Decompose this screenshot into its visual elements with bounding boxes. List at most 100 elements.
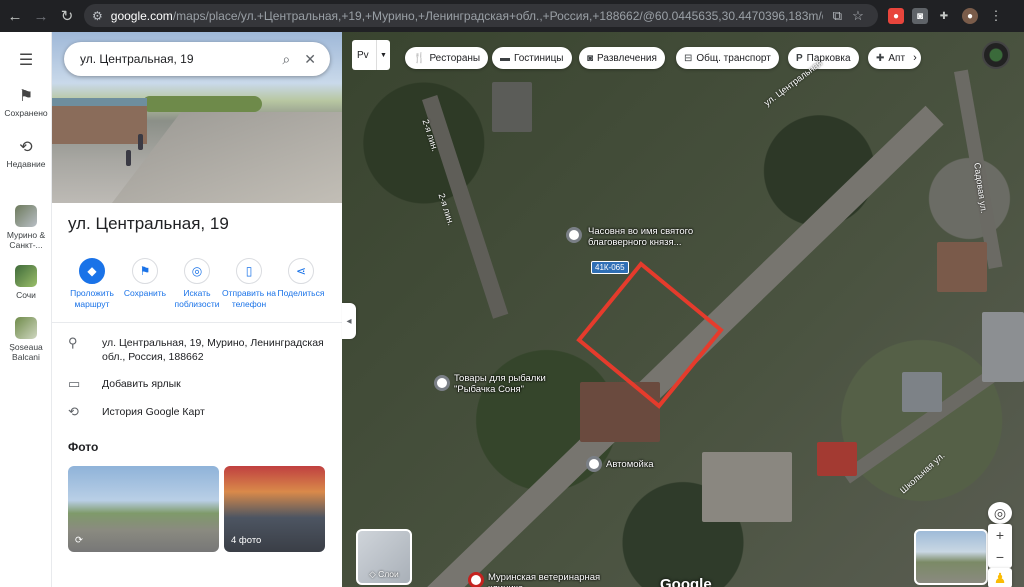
street-view-360-icon: ⟳ <box>75 535 83 546</box>
directions-icon: ◆ <box>79 258 105 284</box>
search-icon[interactable]: ⌕ <box>282 51 290 68</box>
history-icon: ⟲ <box>68 404 79 419</box>
recent-place-label: Сочи <box>16 290 36 300</box>
extension-camera-icon[interactable]: ◙ <box>912 8 928 24</box>
chip-transit[interactable]: ⊟ Общ. транспорт <box>676 47 779 69</box>
chapel-poi-icon[interactable] <box>566 227 582 243</box>
history-icon: ⟲ <box>19 139 33 156</box>
street-view-thumbnail[interactable] <box>914 529 988 585</box>
my-location-button[interactable]: ◎ <box>988 502 1012 524</box>
chip-pharmacy[interactable]: ✚ Апт › <box>868 47 921 69</box>
poi-vet-clinic[interactable]: Муринская ветеринарная клиника <box>488 572 608 587</box>
place-panel: ул. Центральная, 19 ⌕ ✕ ул. Центральная,… <box>52 32 342 587</box>
restaurant-icon: 🍴 <box>413 52 426 64</box>
menu-button[interactable]: ☰ <box>0 50 52 72</box>
chip-label: Гостиницы <box>514 52 564 64</box>
save-button[interactable]: ⚑ Сохранить <box>117 258 173 299</box>
building <box>492 82 532 132</box>
recent-place-murino[interactable]: Мурино & Санкт-... <box>0 205 52 250</box>
pharmacy-icon: ✚ <box>876 52 885 64</box>
photo-card-gallery[interactable]: 4 фото <box>224 466 325 552</box>
photo-card-streetview[interactable]: ⟳ <box>68 466 219 552</box>
layers-button[interactable]: ◇ Слои <box>356 529 412 585</box>
zoom-out-button[interactable]: − <box>988 546 1012 568</box>
poi-fishing-shop[interactable]: Товары для рыбалки "Рыбачка Соня" <box>454 373 564 395</box>
place-title: ул. Центральная, 19 <box>68 214 229 233</box>
recent-place-balcani[interactable]: Șoseaua Balcani <box>0 317 52 362</box>
share-icon: ⋖ <box>288 258 314 284</box>
zoom-controls: + − <box>988 524 1012 568</box>
bookmark-star-icon[interactable]: ☆ <box>852 8 864 24</box>
pegman-icon: ♟ <box>993 570 1007 586</box>
send-to-phone-label: Отправить на телефон <box>222 288 276 309</box>
rail-recent-button[interactable]: ⟲ Недавние <box>0 137 52 169</box>
browser-menu-icon[interactable]: ⋮ <box>988 8 1004 24</box>
chevron-right-icon: › <box>913 52 917 64</box>
photo-person <box>138 134 143 150</box>
history-text: История Google Карт <box>102 406 205 418</box>
chip-label: Развлечения <box>597 52 657 64</box>
search-input[interactable]: ул. Центральная, 19 <box>80 52 282 66</box>
address-bar[interactable]: ⚙ google.com/maps/place/ул.+Центральная,… <box>84 4 878 27</box>
shop-poi-icon[interactable] <box>434 375 450 391</box>
maps-side-rail: ☰ ⚑ Сохранено ⟲ Недавние Мурино & Санкт-… <box>0 32 52 587</box>
recent-place-label: Șoseaua Balcani <box>9 342 43 362</box>
parcel-boundary <box>576 261 724 409</box>
recent-place-thumbnail <box>15 317 37 339</box>
url-text: google.com/maps/place/ул.+Центральная,+1… <box>110 8 823 23</box>
chevron-down-icon: ▼ <box>376 40 390 70</box>
directions-button[interactable]: ◆ Проложить маршрут <box>64 258 120 310</box>
photo-trees <box>142 96 262 112</box>
recent-place-label: Мурино & Санкт-... <box>6 230 46 250</box>
chip-entertainment[interactable]: ◙ Развлечения <box>579 47 665 69</box>
collapse-panel-button[interactable]: ◂ <box>342 303 356 339</box>
phone-icon: ▯ <box>236 258 262 284</box>
map-language-label: Рv <box>357 49 369 61</box>
building <box>982 312 1024 382</box>
parcel-svg <box>576 261 724 409</box>
chip-label: Рестораны <box>429 52 481 64</box>
rail-recent-label: Недавние <box>6 159 46 169</box>
site-info-icon[interactable]: ⚙ <box>92 9 103 23</box>
zoom-in-button[interactable]: + <box>988 524 1012 546</box>
install-app-icon[interactable]: ⧉ <box>833 8 842 24</box>
reload-icon[interactable]: ↻ <box>56 5 78 27</box>
share-label: Поделиться <box>277 288 325 298</box>
search-box[interactable]: ул. Центральная, 19 ⌕ ✕ <box>64 42 330 76</box>
photo-count-caption: 4 фото <box>231 535 262 546</box>
directions-label: Проложить маршрут <box>70 288 114 309</box>
map-language-select[interactable]: Рv ▼ <box>352 40 390 70</box>
share-button[interactable]: ⋖ Поделиться <box>273 258 329 299</box>
add-label-text: Добавить ярлык <box>102 378 181 390</box>
building <box>937 242 987 292</box>
poi-carwash[interactable]: Автомойка <box>606 459 653 470</box>
extension-red-icon[interactable]: ● <box>888 8 904 24</box>
chip-label: Апт <box>888 52 906 64</box>
extensions-puzzle-icon[interactable]: ✚ <box>936 8 952 24</box>
bookmark-icon: ⚑ <box>18 88 34 105</box>
photo-shop <box>52 98 147 144</box>
bookmark-icon: ⚑ <box>132 258 158 284</box>
carwash-poi-icon[interactable] <box>586 456 602 472</box>
poi-chapel[interactable]: Часовня во имя святого благоверного княз… <box>588 226 718 248</box>
chip-hotels[interactable]: ▬ Гостиницы <box>492 47 572 69</box>
location-pin-icon: ⚲ <box>68 335 78 350</box>
camera-icon: ◙ <box>587 52 594 64</box>
vet-clinic-poi-icon[interactable] <box>468 572 484 587</box>
pegman-button[interactable]: ♟ <box>988 568 1012 587</box>
building <box>817 442 857 476</box>
satellite-map[interactable]: Рv ▼ 🍴 Рестораны ▬ Гостиницы ◙ Развлечения … <box>342 32 1024 587</box>
map-profile-avatar[interactable] <box>982 41 1010 69</box>
recent-place-sochi[interactable]: Сочи <box>0 265 52 300</box>
profile-avatar-icon[interactable]: ● <box>962 8 978 24</box>
send-to-phone-button[interactable]: ▯ Отправить на телефон <box>221 258 277 310</box>
rail-saved-button[interactable]: ⚑ Сохранено <box>0 86 52 118</box>
close-icon[interactable]: ✕ <box>304 51 316 68</box>
recent-place-thumbnail <box>15 265 37 287</box>
chip-restaurants[interactable]: 🍴 Рестораны <box>405 47 489 69</box>
layers-label: ◇ Слои <box>369 569 399 579</box>
back-icon[interactable]: ← <box>4 5 26 27</box>
forward-icon[interactable]: → <box>30 5 52 27</box>
save-label: Сохранить <box>123 288 167 298</box>
nearby-button[interactable]: ◎ Искать поблизости <box>169 258 225 310</box>
